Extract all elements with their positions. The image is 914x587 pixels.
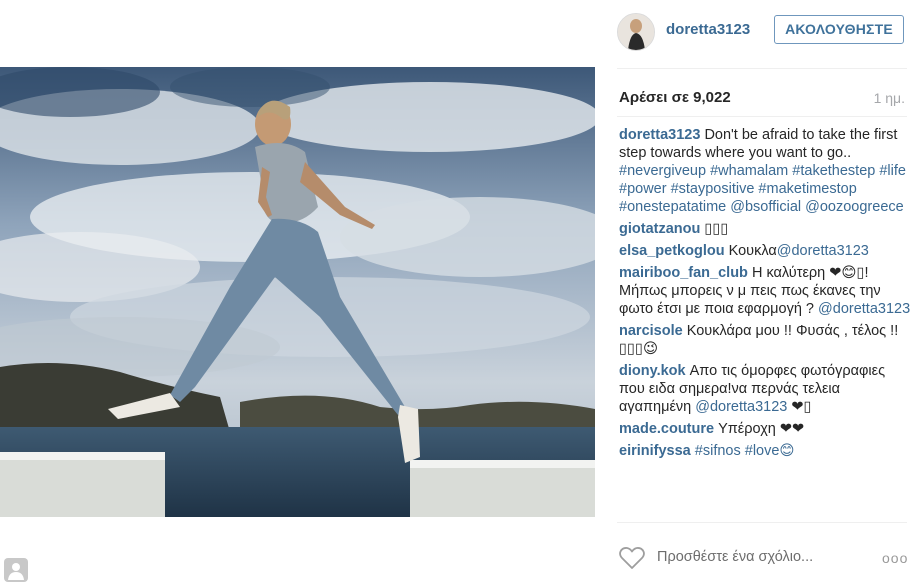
comment-username[interactable]: giotatzanou [619,221,704,237]
comment-text: Υπέροχη ❤❤ [718,421,805,437]
divider [617,522,907,523]
comment-text: ▯▯▯ [704,221,729,237]
post-header: doretta3123 ΑΚΟΛΟΥΘΗΣΤΕ [595,0,914,68]
comment-mention[interactable]: @doretta3123 [818,301,910,317]
list-item: mairiboo_fan_club Η καλύτερη ❤😊▯! Μήπως μ… [619,264,911,318]
list-item: eirinifyssa #sifnos #love😊 [619,442,911,460]
divider [617,68,907,69]
list-item: diony.kok Απο τις όμορφες φωτόγραφιες που… [619,362,911,416]
comment-username[interactable]: eirinifyssa [619,443,695,459]
likes-count[interactable]: Αρέσει σε 9,022 [619,89,731,106]
more-options-icon[interactable]: ooo [882,550,908,566]
heart-outline-icon[interactable] [619,546,645,570]
comment-hashtags[interactable]: #sifnos #love😊 [695,443,795,459]
post-username[interactable]: doretta3123 [666,21,750,38]
follow-button[interactable]: ΑΚΟΛΟΥΘΗΣΤΕ [774,15,904,44]
avatar[interactable] [617,13,655,51]
user-icon[interactable] [4,558,28,582]
caption: doretta3123 Don't be afraid to take the f… [619,126,911,216]
post-photo[interactable] [0,67,595,517]
comment-mention[interactable]: @doretta3123 [777,243,869,259]
comment-username[interactable]: elsa_petkoglou [619,243,729,259]
list-item: elsa_petkoglou Κουκλα@doretta3123 [619,242,911,260]
comment-text: Κουκλα [728,243,777,259]
comment-mention[interactable]: @doretta3123 [695,399,787,415]
comment-username[interactable]: doretta3123 [619,127,704,143]
comment-username[interactable]: diony.kok [619,363,690,379]
divider [617,116,907,117]
comment-username[interactable]: narcisole [619,323,687,339]
comment-username[interactable]: made.couture [619,421,718,437]
post-time[interactable]: 1 ημ. [874,90,905,106]
list-item: giotatzanou ▯▯▯ [619,220,911,238]
list-item: made.couture Υπέροχη ❤❤ [619,420,911,438]
comment-username[interactable]: mairiboo_fan_club [619,265,752,281]
comment-tail: ❤▯ [791,399,812,415]
comments-list: doretta3123 Don't be afraid to take the f… [619,126,911,464]
add-comment-input[interactable]: Προσθέστε ένα σχόλιο... [657,549,813,565]
list-item: narcisole Κουκλάρα μου !! Φυσάς , τέλος !… [619,322,911,358]
caption-hashtags[interactable]: #nevergiveup #whamalam #takethestep #lif… [619,163,906,215]
